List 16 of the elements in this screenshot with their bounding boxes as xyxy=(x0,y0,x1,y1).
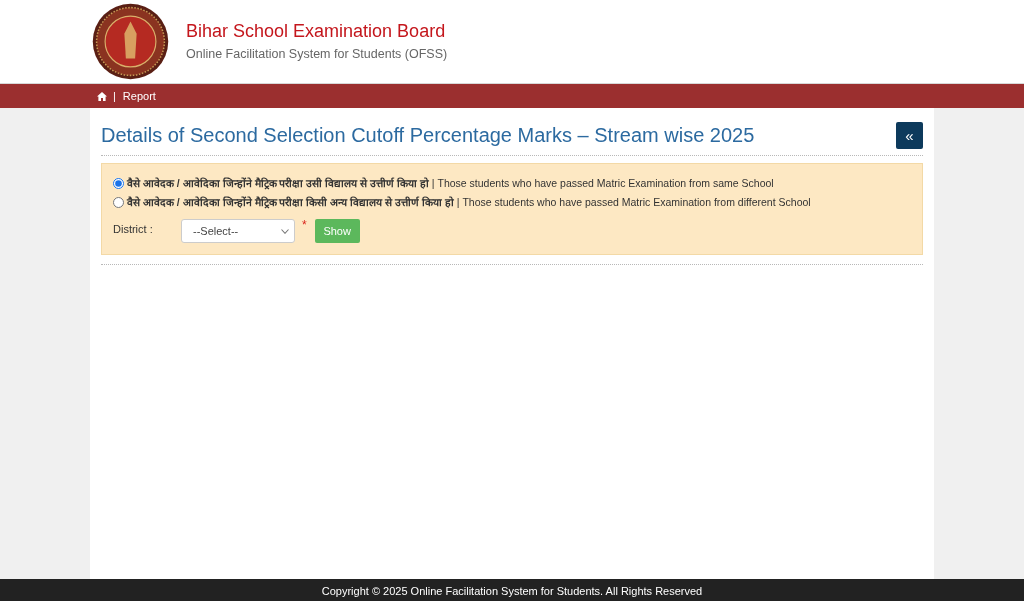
option-label: वैसे आवेदक / आवेदिका जिन्होंने मैट्रिक परीक्षा उसी विद्यालय से उत्तीर्ण किया हो | Those students who have passed Matric Examination from same School xyxy=(127,176,774,190)
board-title: Bihar School Examination Board xyxy=(186,19,447,42)
district-label: District : xyxy=(113,222,154,237)
breadcrumb-separator: | xyxy=(113,88,116,104)
radio-button[interactable] xyxy=(113,196,124,208)
option-label: वैसे आवेदक / आवेदिका जिन्होंने मैट्रिक परीक्षा किसी अन्य विद्यालय से उत्तीर्ण किया हो | Those students who have passed Matric Examination from different School xyxy=(127,195,811,209)
back-button[interactable]: « xyxy=(896,121,923,149)
board-subtitle: Online Facilitation System for Students (OFSS) xyxy=(186,45,448,63)
radio-button[interactable] xyxy=(113,177,124,189)
breadcrumb-link[interactable]: Report xyxy=(122,87,156,105)
required-mark: * xyxy=(302,219,307,231)
page-heading: Details of Second Selection Cutoff Percentage Marks – Stream wise 2025 xyxy=(101,123,755,148)
district-select[interactable]: --Select-- xyxy=(181,219,295,243)
chevron-down-icon xyxy=(281,228,289,234)
home-icon[interactable] xyxy=(97,91,107,101)
copyright-text: Copyright © 2025 Online Facilitation System for Students. All Rights Reserved xyxy=(321,584,703,599)
